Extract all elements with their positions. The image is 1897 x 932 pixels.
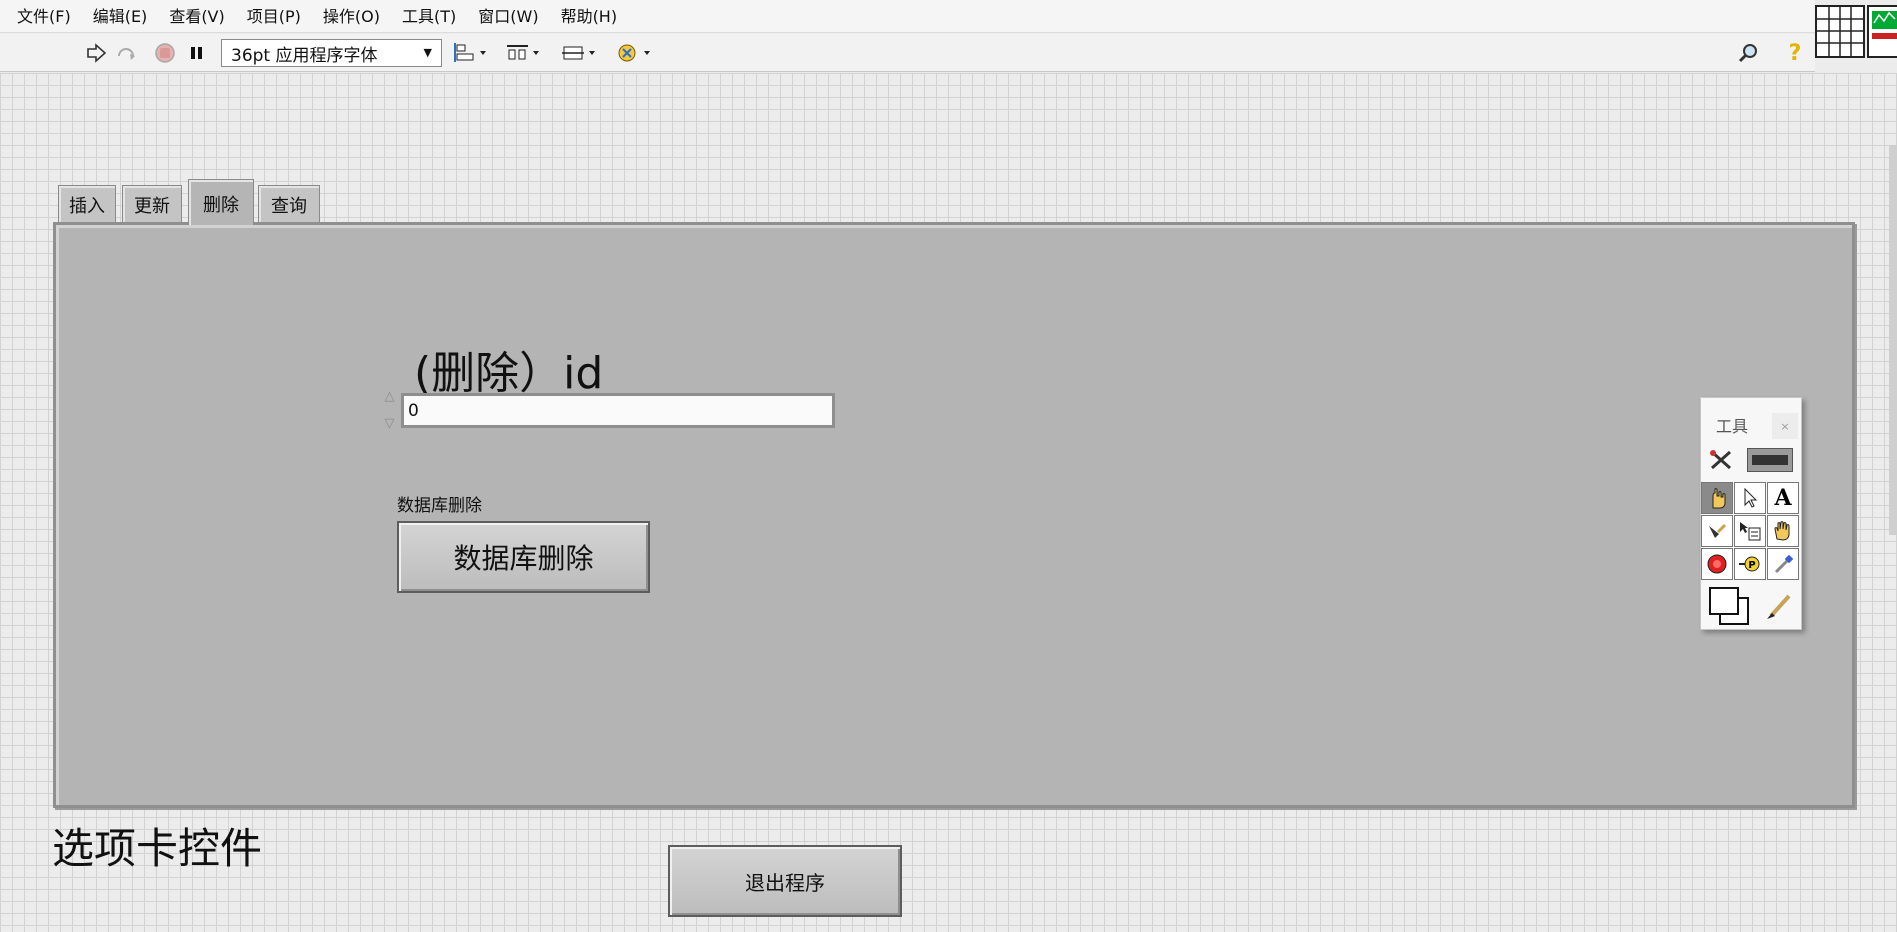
menu-operate[interactable]: 操作(O) — [312, 0, 391, 33]
run-arrow-icon[interactable] — [84, 40, 108, 66]
vi-icon[interactable] — [1867, 5, 1897, 58]
run-continuously-icon[interactable] — [114, 40, 140, 66]
font-select-value: 36pt 应用程序字体 — [231, 45, 378, 66]
chevron-up-icon[interactable]: △ — [385, 389, 395, 404]
menu-file[interactable]: 文件(F) — [6, 0, 82, 33]
db-delete-button[interactable]: 数据库删除 — [397, 521, 650, 593]
operate-value-icon[interactable] — [1701, 482, 1733, 514]
id-value: 0 — [408, 400, 419, 421]
help-icon[interactable]: ? — [1783, 40, 1807, 66]
resize-objects-icon[interactable] — [559, 40, 599, 66]
tab-query[interactable]: 查询 — [258, 185, 320, 223]
exit-button-text: 退出程序 — [745, 870, 825, 895]
chevron-down-icon: ▼ — [423, 46, 432, 59]
labview-front-panel-window: 文件(F) 编辑(E) 查看(V) 项目(P) 操作(O) 工具(T) 窗口(W… — [0, 0, 1897, 932]
pause-icon[interactable] — [186, 40, 208, 66]
tab-update[interactable]: 更新 — [122, 185, 182, 223]
exit-program-button[interactable]: 退出程序 — [668, 845, 902, 917]
tab-label: 更新 — [134, 195, 170, 217]
abort-icon[interactable] — [152, 40, 178, 66]
position-select-icon[interactable] — [1734, 482, 1766, 514]
set-color-icon[interactable] — [1705, 584, 1755, 628]
tab-delete[interactable]: 删除 — [188, 179, 254, 225]
menu-help[interactable]: 帮助(H) — [550, 0, 629, 33]
id-increment-stepper[interactable]: △ ▽ — [380, 389, 399, 431]
close-icon[interactable]: × — [1772, 413, 1798, 439]
scroll-window-icon[interactable] — [1767, 515, 1799, 547]
chevron-down-icon[interactable]: ▽ — [385, 416, 395, 431]
menu-project[interactable]: 项目(P) — [236, 0, 312, 33]
tab-label: 查询 — [271, 195, 307, 217]
get-color-icon[interactable] — [1767, 548, 1799, 580]
tab-insert[interactable]: 插入 — [58, 185, 116, 223]
object-shortcut-menu-icon[interactable] — [1734, 515, 1766, 547]
db-delete-button-caption: 数据库删除 — [397, 496, 482, 516]
menu-tools[interactable]: 工具(T) — [391, 0, 467, 33]
probe-icon[interactable]: P — [1734, 548, 1766, 580]
menu-window[interactable]: 窗口(W) — [467, 0, 549, 33]
font-select[interactable]: 36pt 应用程序字体 ▼ — [221, 39, 442, 67]
paintbrush-icon[interactable] — [1761, 588, 1797, 624]
reorder-icon[interactable] — [614, 40, 654, 66]
tab-label: 插入 — [69, 195, 105, 217]
tools-palette-title: 工具 — [1716, 417, 1749, 436]
menu-bar: 文件(F) 编辑(E) 查看(V) 项目(P) 操作(O) 工具(T) 窗口(W… — [0, 0, 1815, 33]
tools-palette: 工具 × A P — [1700, 397, 1802, 630]
connect-wire-icon[interactable] — [1701, 515, 1733, 547]
distribute-objects-icon[interactable] — [505, 40, 543, 66]
menu-edit[interactable]: 编辑(E) — [82, 0, 159, 33]
auto-tool-icon[interactable] — [1705, 446, 1737, 474]
id-control-label: (删除）id — [414, 348, 604, 399]
menu-view[interactable]: 查看(V) — [158, 0, 235, 33]
tab-control-caption: 选项卡控件 — [52, 824, 263, 873]
auto-tool-toggle[interactable] — [1747, 448, 1793, 472]
tab-page-delete — [53, 222, 1855, 808]
db-delete-button-text: 数据库删除 — [453, 542, 594, 575]
toolbar: 36pt 应用程序字体 ▼ ? — [0, 34, 1815, 72]
edit-text-icon[interactable]: A — [1767, 482, 1799, 514]
breakpoint-icon[interactable] — [1701, 548, 1733, 580]
tab-label: 删除 — [203, 195, 239, 216]
connector-pane-icon[interactable] — [1815, 5, 1865, 58]
vertical-scrollbar[interactable] — [1889, 145, 1897, 535]
align-objects-icon[interactable] — [452, 40, 490, 66]
svg-text:P: P — [1748, 560, 1755, 571]
search-icon[interactable] — [1734, 40, 1764, 66]
id-numeric-input[interactable]: 0 — [401, 393, 835, 428]
